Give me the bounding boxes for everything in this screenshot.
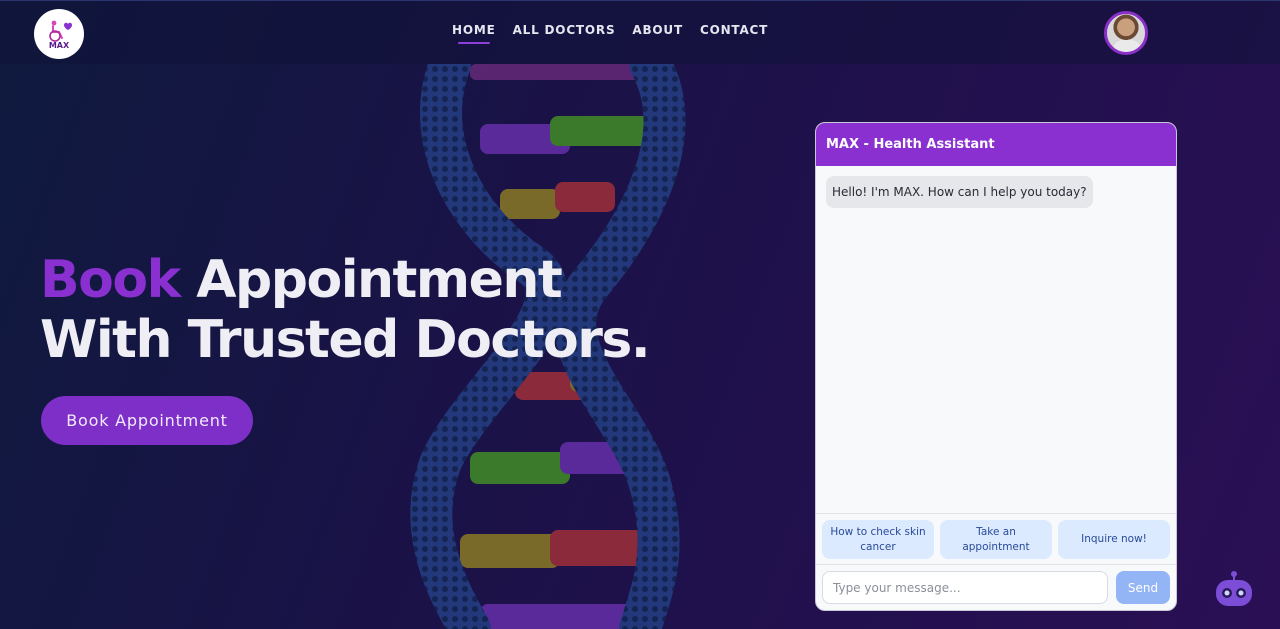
user-avatar[interactable] xyxy=(1104,11,1148,55)
logo-text: MAX xyxy=(48,40,70,50)
chat-widget: MAX - Health Assistant Hello! I'm MAX. H… xyxy=(815,122,1177,611)
nav-link-contact[interactable]: CONTACT xyxy=(700,23,768,37)
nav-link-home[interactable]: HOME xyxy=(452,23,496,44)
chat-message-input[interactable] xyxy=(822,571,1108,604)
nav-links: HOME ALL DOCTORS ABOUT CONTACT xyxy=(452,23,785,44)
hero-title: Book Appointment With Trusted Doctors. xyxy=(40,250,651,370)
send-button[interactable]: Send xyxy=(1116,571,1170,604)
hero-title-line2: With Trusted Doctors. xyxy=(40,310,651,370)
avatar-shirt xyxy=(1113,40,1141,52)
book-appointment-button[interactable]: Book Appointment xyxy=(41,396,253,445)
top-navbar: MAX HOME ALL DOCTORS ABOUT CONTACT xyxy=(0,0,1280,64)
quick-replies: How to check skin cancer Take an appoint… xyxy=(816,513,1176,563)
chat-header: MAX - Health Assistant xyxy=(816,123,1176,166)
hero-title-rest: Appointment xyxy=(179,250,562,310)
hero-title-line1: Book Appointment xyxy=(40,250,649,310)
chat-input-row: Send xyxy=(816,564,1176,610)
bot-message-bubble: Hello! I'm MAX. How can I help you today… xyxy=(826,176,1093,208)
nav-link-all-doctors[interactable]: ALL DOCTORS xyxy=(513,23,616,37)
nav-link-about[interactable]: ABOUT xyxy=(632,23,683,37)
quick-reply-skin-cancer[interactable]: How to check skin cancer xyxy=(822,520,934,559)
robot-icon[interactable] xyxy=(1214,570,1254,608)
wheelchair-heart-icon xyxy=(49,20,72,42)
quick-reply-inquire[interactable]: Inquire now! xyxy=(1058,520,1170,559)
quick-reply-appointment[interactable]: Take an appointment xyxy=(940,520,1052,559)
hero-title-accent: Book xyxy=(40,250,181,310)
brand-logo[interactable]: MAX xyxy=(34,9,84,59)
chat-messages: Hello! I'm MAX. How can I help you today… xyxy=(816,166,1176,512)
